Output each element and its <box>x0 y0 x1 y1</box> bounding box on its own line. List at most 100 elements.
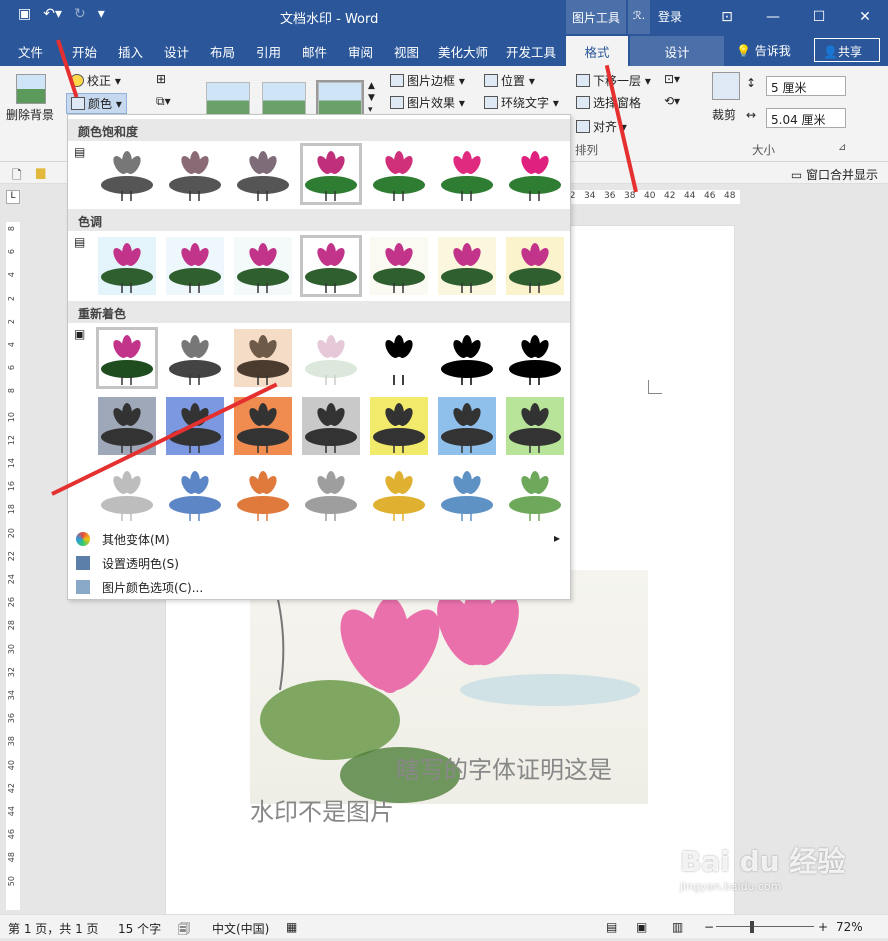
recolor-swatch[interactable] <box>164 327 226 389</box>
minimize-icon[interactable]: — <box>750 0 796 34</box>
size-dialog-launcher[interactable]: ⊿ <box>838 142 846 153</box>
saturation-swatch[interactable] <box>300 143 362 205</box>
saturation-swatch[interactable] <box>232 143 294 205</box>
tone-swatch[interactable] <box>96 235 158 297</box>
tab-4[interactable]: 布局 <box>210 42 235 61</box>
tone-swatch[interactable] <box>436 235 498 297</box>
picture-effects-button[interactable]: 图片效果 ▾ <box>390 94 465 111</box>
group-icon[interactable]: ⊡▾ <box>664 72 680 86</box>
picture-border-button[interactable]: 图片边框 ▾ <box>390 72 465 89</box>
tab-format[interactable]: 格式 <box>566 36 628 66</box>
tab-9[interactable]: 美化大师 <box>438 42 488 61</box>
remove-background-button[interactable]: 删除背景 <box>6 106 54 123</box>
web-layout-icon[interactable]: ▥ <box>672 920 683 934</box>
picture-style-2[interactable] <box>262 82 306 116</box>
saturation-swatch[interactable] <box>436 143 498 205</box>
ribbon-display-icon[interactable]: ⊡ <box>704 0 750 34</box>
tone-swatch[interactable] <box>164 235 226 297</box>
recolor-swatch[interactable] <box>232 395 294 457</box>
tab-picture-design[interactable]: 设计 <box>630 36 724 66</box>
correct-button[interactable]: 校正 ▾ <box>70 72 121 89</box>
tab-2[interactable]: 插入 <box>118 42 143 61</box>
tab-10[interactable]: 开发工具 <box>506 42 556 61</box>
read-mode-icon[interactable]: ▤ <box>606 920 617 934</box>
maximize-icon[interactable]: ☐ <box>796 0 842 34</box>
tab-5[interactable]: 引用 <box>256 42 281 61</box>
crop-button[interactable]: 裁剪 <box>712 106 736 123</box>
recolor-swatch[interactable] <box>232 463 294 525</box>
saturation-swatch[interactable] <box>164 143 226 205</box>
undo-icon[interactable]: ↶▾ <box>43 6 62 22</box>
remove-background-icon[interactable] <box>16 74 46 104</box>
picture-color-options-item[interactable]: 图片颜色选项(C)... <box>68 575 570 599</box>
recolor-swatch[interactable] <box>368 327 430 389</box>
macro-icon[interactable]: ▦ <box>286 920 297 934</box>
recolor-swatch[interactable] <box>96 463 158 525</box>
zoom-slider[interactable] <box>716 926 814 927</box>
close-icon[interactable]: ✕ <box>842 0 888 34</box>
recolor-swatch[interactable] <box>96 327 158 389</box>
width-spinner[interactable]: 5.04 厘米 <box>766 108 846 128</box>
folder-icon[interactable]: ▆ <box>36 165 45 179</box>
word-count[interactable]: 15 个字 <box>118 920 161 937</box>
tone-swatch[interactable] <box>504 235 566 297</box>
horizontal-ruler[interactable]: 323436384042444648 <box>560 190 740 204</box>
recolor-swatch[interactable] <box>504 395 566 457</box>
compress-pictures-icon[interactable]: ⊞ <box>156 72 166 86</box>
tone-swatch[interactable] <box>368 235 430 297</box>
zoom-level[interactable]: 72% <box>836 920 863 934</box>
tone-swatch[interactable] <box>232 235 294 297</box>
saturation-swatch[interactable] <box>368 143 430 205</box>
recolor-swatch[interactable] <box>368 395 430 457</box>
tab-selector[interactable]: L <box>6 190 20 204</box>
recolor-swatch[interactable] <box>436 327 498 389</box>
recolor-swatch[interactable] <box>300 327 362 389</box>
change-picture-icon[interactable]: ⧉▾ <box>156 94 171 109</box>
set-transparent-color-item[interactable]: 设置透明色(S) <box>68 551 570 575</box>
picture-style-3[interactable] <box>316 80 364 118</box>
position-button[interactable]: 位置 ▾ <box>484 72 535 89</box>
tab-3[interactable]: 设计 <box>164 42 189 61</box>
tab-8[interactable]: 视图 <box>394 42 419 61</box>
zoom-in-icon[interactable]: + <box>818 920 828 934</box>
login-link[interactable]: 登录 <box>658 8 682 25</box>
recolor-swatch[interactable] <box>436 395 498 457</box>
recolor-swatch[interactable] <box>300 463 362 525</box>
more-variations-item[interactable]: 其他变体(M) ▸ <box>68 527 570 551</box>
page-count[interactable]: 第 1 页，共 1 页 <box>8 920 99 937</box>
recolor-swatch[interactable] <box>164 463 226 525</box>
recolor-swatch[interactable] <box>436 463 498 525</box>
saturation-swatch[interactable] <box>504 143 566 205</box>
language[interactable]: 中文(中国) <box>212 920 269 937</box>
tell-me-search[interactable]: 💡 告诉我 <box>736 42 791 59</box>
tab-7[interactable]: 审阅 <box>348 42 373 61</box>
save-icon[interactable]: ▣ <box>18 6 31 22</box>
tone-swatch[interactable] <box>300 235 362 297</box>
crop-icon[interactable] <box>712 72 740 100</box>
wrap-text-button[interactable]: 环绕文字 ▾ <box>484 94 559 111</box>
new-doc-icon[interactable]: 🗋 <box>12 166 22 187</box>
tab-6[interactable]: 邮件 <box>302 42 327 61</box>
picture-style-1[interactable] <box>206 82 250 116</box>
tab-0[interactable]: 文件 <box>18 42 43 61</box>
tab-1[interactable]: 开始 <box>72 42 97 61</box>
redo-icon[interactable]: ↻ <box>74 6 86 22</box>
recolor-swatch[interactable] <box>368 463 430 525</box>
height-spinner[interactable]: 5 厘米 <box>766 76 846 96</box>
share-button[interactable]: 👤共享 <box>814 38 880 62</box>
vertical-ruler[interactable]: 8 6 4 2 2 4 6 8 10 12 14 16 18 20 22 24 26 28 30 32 34 36 38 40… <box>6 222 20 910</box>
window-merge-icon: ▭ <box>790 168 803 182</box>
rotate-icon[interactable]: ⟲▾ <box>664 94 680 108</box>
zoom-slider-thumb[interactable] <box>750 921 754 933</box>
customize-qat-icon[interactable]: ▾ <box>98 6 105 22</box>
print-layout-icon[interactable]: ▣ <box>636 920 647 934</box>
saturation-swatch[interactable] <box>96 143 158 205</box>
recolor-swatch[interactable] <box>232 327 294 389</box>
zoom-out-icon[interactable]: − <box>704 920 714 934</box>
styles-scroll[interactable]: ▲ ▼ ▾ <box>368 80 375 116</box>
recolor-swatch[interactable] <box>504 327 566 389</box>
recolor-swatch[interactable] <box>504 463 566 525</box>
selection-pane-button[interactable]: 选择窗格 <box>576 94 641 111</box>
recolor-swatch[interactable] <box>300 395 362 457</box>
window-merge-button[interactable]: ▭ 窗口合并显示 <box>791 166 878 183</box>
